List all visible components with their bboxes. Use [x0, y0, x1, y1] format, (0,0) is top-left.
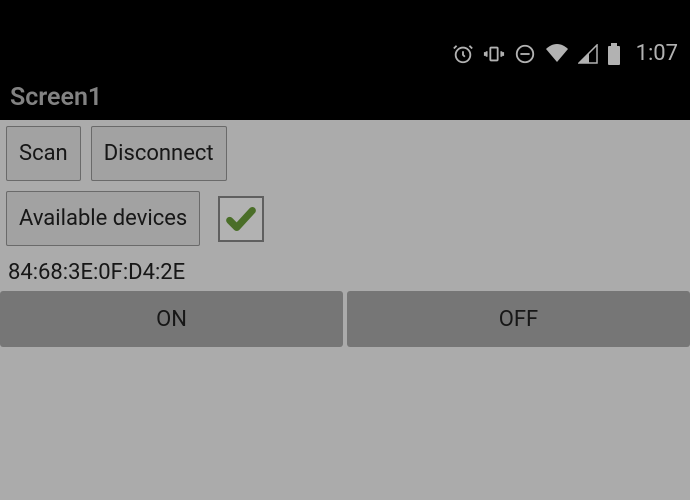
checkbox[interactable]: [218, 196, 264, 242]
signal-icon: [578, 44, 598, 64]
battery-icon: [607, 43, 621, 65]
mac-address-label: 84:68:3E:0F:D4:2E: [6, 258, 684, 291]
status-icons: 1:07: [452, 41, 678, 66]
wifi-icon: [545, 44, 569, 64]
on-button[interactable]: ON: [0, 291, 343, 347]
status-time: 1:07: [636, 41, 678, 66]
checkmark-icon: [224, 202, 258, 236]
on-off-row: ON OFF: [0, 291, 690, 347]
status-bar: 1:07: [0, 0, 690, 74]
button-row-1: Scan Disconnect: [6, 126, 684, 181]
title-bar: Screen1: [0, 74, 690, 120]
screen-title: Screen1: [10, 83, 102, 112]
available-devices-button[interactable]: Available devices: [6, 191, 200, 246]
disconnect-button[interactable]: Disconnect: [91, 126, 227, 181]
vibrate-icon: [483, 43, 505, 65]
scan-button[interactable]: Scan: [6, 126, 81, 181]
off-button[interactable]: OFF: [347, 291, 690, 347]
content-area: Scan Disconnect Available devices 84:68:…: [0, 120, 690, 500]
do-not-disturb-icon: [514, 43, 536, 65]
button-row-2: Available devices: [6, 191, 684, 246]
alarm-icon: [452, 43, 474, 65]
